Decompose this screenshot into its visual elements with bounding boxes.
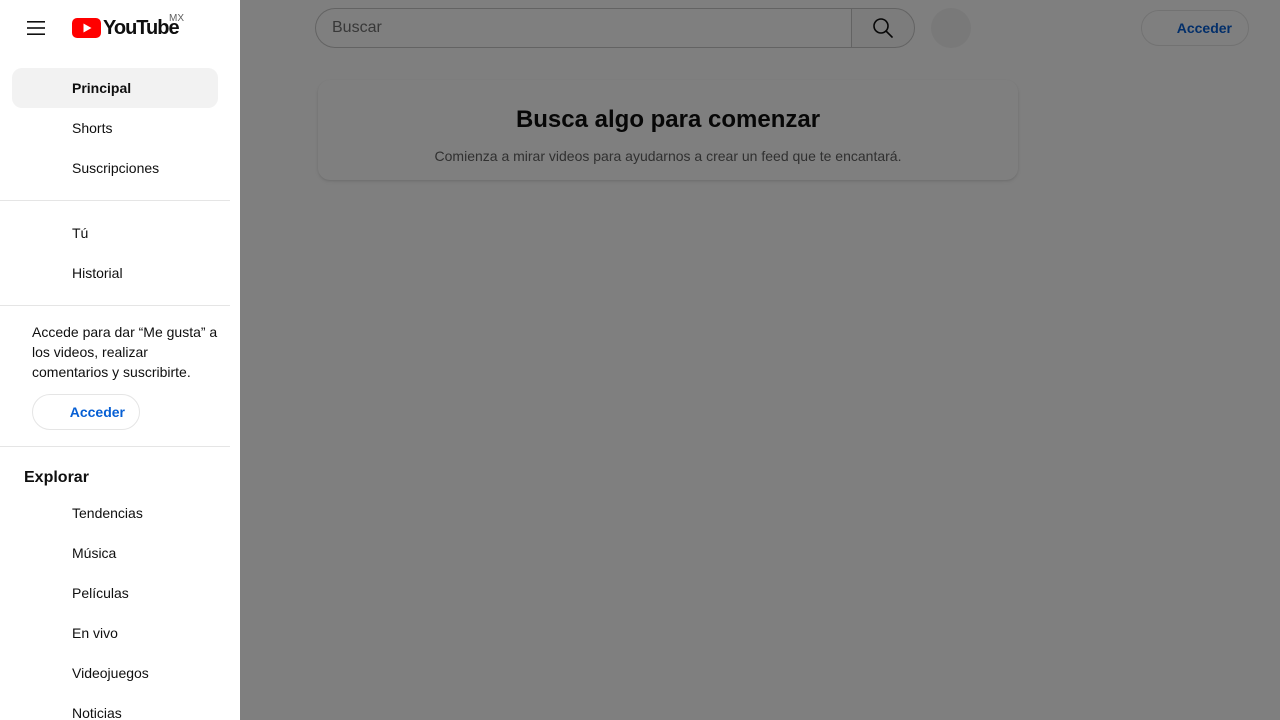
sidebar-item-tendencias[interactable]: Tendencias (12, 493, 218, 533)
sidebar-item-historial[interactable]: Historial (12, 253, 218, 293)
main-nav-section: Principal Shorts Suscripciones (0, 56, 230, 201)
explore-section: Explorar Tendencias Música Películas En … (0, 447, 230, 720)
sidebar-item-suscripciones[interactable]: Suscripciones (12, 148, 218, 188)
sidebar-item-noticias[interactable]: Noticias (12, 693, 218, 720)
sidebar-item-label: Historial (72, 265, 123, 281)
youtube-play-icon (72, 18, 101, 38)
guide-drawer: YouTube MX Principal Shorts Suscripcione… (0, 0, 240, 720)
sidebar-item-principal[interactable]: Principal (12, 68, 218, 108)
menu-button[interactable] (16, 8, 56, 48)
sidebar-item-tu[interactable]: Tú (12, 213, 218, 253)
sidebar-signin-button[interactable]: Acceder (32, 394, 140, 430)
sidebar-item-en-vivo[interactable]: En vivo (12, 613, 218, 653)
sidebar-item-peliculas[interactable]: Películas (12, 573, 218, 613)
hamburger-icon (27, 21, 45, 35)
signin-prompt: Accede para dar “Me gusta” a los videos,… (32, 324, 218, 380)
sidebar-item-label: Tú (72, 225, 89, 241)
sidebar-item-shorts[interactable]: Shorts (12, 108, 218, 148)
signin-section: Accede para dar “Me gusta” a los videos,… (0, 306, 230, 447)
youtube-logo[interactable]: YouTube (72, 17, 180, 39)
sidebar-item-label: Videojuegos (72, 665, 149, 681)
sidebar-item-musica[interactable]: Música (12, 533, 218, 573)
sidebar-item-label: En vivo (72, 625, 118, 641)
you-section: Tú Historial (0, 201, 230, 306)
sidebar-item-label: Suscripciones (72, 160, 160, 176)
drawer-header: YouTube MX (0, 0, 240, 56)
sidebar-item-label: Películas (72, 585, 129, 601)
sidebar-signin-label: Acceder (69, 404, 125, 420)
sidebar-item-label: Shorts (72, 120, 113, 136)
logo-wordmark: YouTube (103, 17, 180, 39)
country-code: MX (169, 13, 184, 24)
explore-title: Explorar (24, 469, 89, 486)
sidebar-item-label: Noticias (72, 705, 122, 720)
sidebar-item-label: Música (72, 545, 117, 561)
sidebar-item-videojuegos[interactable]: Videojuegos (12, 653, 218, 693)
sidebar-item-label: Principal (72, 80, 132, 96)
sidebar-item-label: Tendencias (72, 505, 143, 521)
